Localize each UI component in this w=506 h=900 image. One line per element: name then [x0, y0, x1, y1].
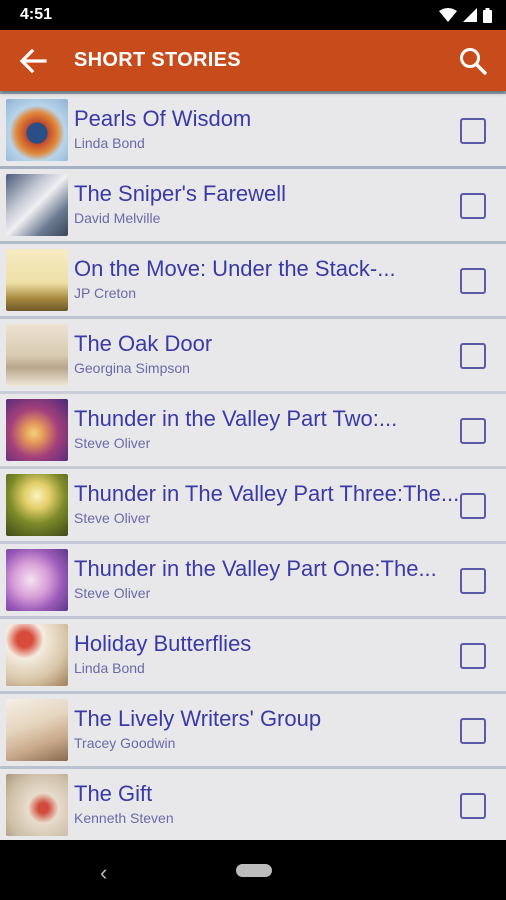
story-title: The Sniper's Farewell [74, 180, 287, 206]
battery-icon [483, 7, 492, 23]
story-checkbox[interactable] [460, 118, 486, 144]
story-row[interactable]: The Oak Door Georgina Simpson [0, 319, 506, 391]
nav-back-icon[interactable]: ‹ [100, 860, 107, 886]
status-bar: 4:51 [0, 0, 506, 30]
signal-icon [463, 8, 477, 22]
story-checkbox[interactable] [460, 418, 486, 444]
story-thumbnail [6, 474, 68, 536]
nav-home-pill[interactable] [236, 864, 272, 877]
story-author: Kenneth Steven [74, 809, 174, 826]
app-bar: SHORT STORIES [0, 30, 506, 91]
story-author: Linda Bond [74, 659, 145, 676]
story-thumbnail [6, 324, 68, 386]
story-checkbox[interactable] [460, 343, 486, 369]
story-author: Linda Bond [74, 134, 145, 151]
story-checkbox[interactable] [460, 268, 486, 294]
status-icons [439, 7, 492, 23]
back-button[interactable] [0, 30, 66, 91]
story-row[interactable]: The Sniper's Farewell David Melville [0, 169, 506, 241]
story-checkbox[interactable] [460, 193, 486, 219]
search-button[interactable] [440, 30, 506, 91]
story-title: On the Move: Under the Stack-... [74, 255, 396, 281]
search-icon [460, 47, 487, 75]
story-row[interactable]: Thunder in the Valley Part Two:... Steve… [0, 394, 506, 466]
story-thumbnail [6, 549, 68, 611]
story-thumbnail [6, 699, 68, 761]
story-title: Thunder in the Valley Part Two:... [74, 405, 398, 431]
status-time: 4:51 [20, 6, 53, 23]
story-title: Thunder in The Valley Part Three:The... [74, 480, 460, 506]
story-row[interactable]: On the Move: Under the Stack-... JP Cret… [0, 244, 506, 316]
story-author: Steve Oliver [74, 509, 151, 526]
story-author: David Melville [74, 209, 161, 226]
story-title: The Oak Door [74, 330, 213, 356]
story-checkbox[interactable] [460, 568, 486, 594]
arrow-back-icon [19, 48, 47, 73]
story-thumbnail [6, 774, 68, 836]
story-row[interactable]: Holiday Butterflies Linda Bond [0, 619, 506, 691]
story-thumbnail [6, 249, 68, 311]
story-thumbnail [6, 99, 68, 161]
story-checkbox[interactable] [460, 643, 486, 669]
story-author: Steve Oliver [74, 584, 151, 601]
story-title: Thunder in the Valley Part One:The... [74, 555, 437, 581]
page-title: SHORT STORIES [74, 49, 241, 71]
story-title: Pearls Of Wisdom [74, 105, 252, 131]
story-author: Steve Oliver [74, 434, 151, 451]
navigation-bar: ‹ [0, 840, 506, 900]
story-row[interactable]: Pearls Of Wisdom Linda Bond [0, 94, 506, 166]
story-thumbnail [6, 624, 68, 686]
story-row[interactable]: The Lively Writers' Group Tracey Goodwin [0, 694, 506, 766]
story-checkbox[interactable] [460, 793, 486, 819]
story-list[interactable]: Pearls Of Wisdom Linda Bond The Sniper's… [0, 91, 506, 840]
story-checkbox[interactable] [460, 718, 486, 744]
story-row[interactable]: Thunder in The Valley Part Three:The... … [0, 469, 506, 541]
story-title: Holiday Butterflies [74, 630, 252, 656]
story-checkbox[interactable] [460, 493, 486, 519]
wifi-icon [439, 8, 457, 22]
story-thumbnail [6, 174, 68, 236]
story-author: JP Creton [74, 284, 136, 301]
story-author: Tracey Goodwin [74, 734, 176, 751]
story-row[interactable]: Thunder in the Valley Part One:The... St… [0, 544, 506, 616]
story-title: The Gift [74, 780, 153, 806]
story-thumbnail [6, 399, 68, 461]
story-author: Georgina Simpson [74, 359, 190, 376]
story-title: The Lively Writers' Group [74, 705, 322, 731]
story-row[interactable]: The Gift Kenneth Steven [0, 769, 506, 840]
